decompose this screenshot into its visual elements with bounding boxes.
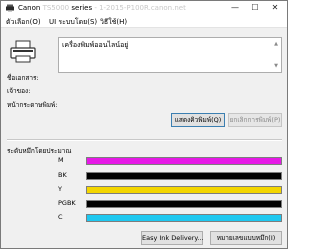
easy-ink-delivery-button[interactable]: Easy Ink Delivery...: [141, 231, 204, 245]
device-address: - 1-2015-P100R.canon.net: [94, 4, 186, 12]
ink-bar-y: [86, 186, 282, 194]
menu-options[interactable]: ตัวเลือก(O): [6, 17, 41, 28]
scroll-up-icon[interactable]: ▲: [274, 41, 278, 47]
minimize-button[interactable]: —: [225, 2, 245, 14]
printer-app-icon: [6, 4, 14, 12]
ink-label-y: Y: [58, 185, 62, 193]
section-divider: [7, 139, 282, 141]
display-print-queue-button[interactable]: แสดงคิวพิมพ์(Q): [171, 113, 225, 127]
printer-icon: [10, 40, 36, 63]
ink-model-number-button[interactable]: หมายเลขแบบหมึก(I): [210, 231, 282, 245]
ink-bar-pgbk: [86, 200, 282, 208]
title-bar: Canon TS5000 series - 1-2015-P100R.canon…: [1, 1, 287, 15]
cancel-printing-button[interactable]: ยกเลิกการพิมพ์(P): [228, 113, 282, 127]
menu-system-ui[interactable]: UI ระบบโดย(S): [49, 17, 97, 28]
status-message-box[interactable]: เครื่องพิมพ์ออนไลน์อยู่ ▲ ▼: [58, 37, 282, 73]
window-title: Canon TS5000 series - 1-2015-P100R.canon…: [18, 4, 186, 12]
app-name: Canon: [18, 4, 41, 12]
ink-label-bk: BK: [58, 171, 67, 179]
owner-label: เจ้าของ:: [7, 87, 31, 95]
ink-level-title: ระดับหมึกโดยประมาณ: [7, 147, 72, 155]
model-name: TS5000: [42, 4, 70, 12]
printer-status-window: Canon TS5000 series - 1-2015-P100R.canon…: [0, 0, 288, 249]
printing-page-label: หน้ากระดาษพิมพ์:: [7, 101, 58, 109]
close-button[interactable]: ✕: [265, 2, 285, 14]
series-label: series: [71, 4, 93, 12]
menu-bar: ตัวเลือก(O) UI ระบบโดย(S) วิธีใช้(H): [1, 15, 287, 28]
maximize-button[interactable]: ☐: [245, 2, 265, 14]
scroll-down-icon[interactable]: ▼: [274, 63, 278, 69]
ink-label-pgbk: PGBK: [58, 199, 76, 207]
ink-label-c: C: [58, 213, 63, 221]
status-message: เครื่องพิมพ์ออนไลน์อยู่: [62, 41, 129, 49]
ink-bar-bk: [86, 172, 282, 180]
ink-bar-c: [86, 214, 282, 222]
menu-help[interactable]: วิธีใช้(H): [100, 17, 127, 28]
document-name-label: ชื่อเอกสาร:: [7, 74, 39, 82]
ink-bar-m: [86, 157, 282, 165]
ink-label-m: M: [58, 156, 64, 164]
